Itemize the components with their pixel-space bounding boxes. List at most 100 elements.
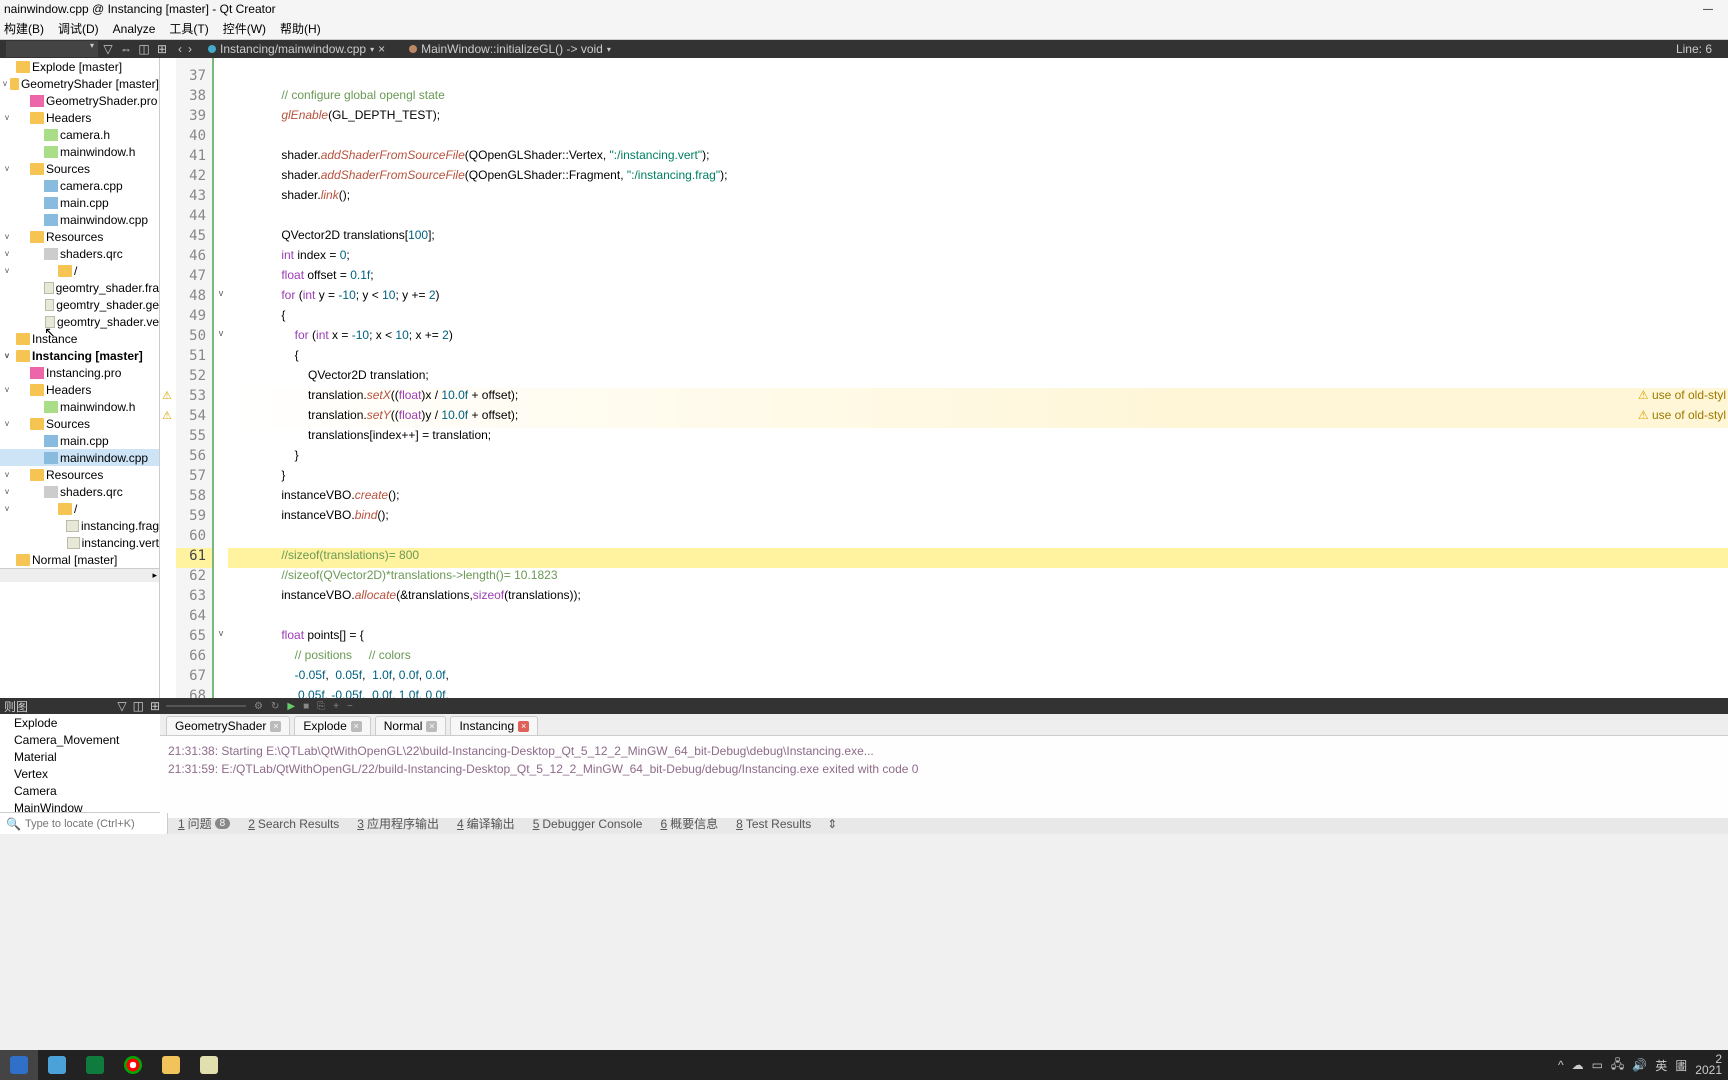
more-icon[interactable]: ⊞ [154, 41, 170, 57]
code-editor[interactable]: // configure global opengl state glEnabl… [228, 58, 1728, 698]
close-icon[interactable]: × [351, 721, 362, 732]
tree-item[interactable]: Explode [master] [0, 58, 159, 75]
code-line[interactable]: shader.link(); [228, 188, 1728, 208]
code-line[interactable]: float points[] = { [228, 628, 1728, 648]
menu-help[interactable]: 帮助(H) [280, 20, 321, 37]
tray-ime-lang[interactable]: 英 [1655, 1057, 1667, 1074]
fold-toggle[interactable]: v [214, 628, 228, 648]
locator-search[interactable]: 🔍 [0, 813, 168, 834]
open-doc-item[interactable]: Camera [0, 782, 160, 799]
tree-item[interactable]: geomtry_shader.ve [0, 313, 159, 330]
open-doc-item[interactable]: Explode [0, 714, 160, 731]
code-line[interactable]: instanceVBO.bind(); [228, 508, 1728, 528]
tree-item[interactable]: vSources [0, 415, 159, 432]
tray-onedrive-icon[interactable]: ☁ [1572, 1058, 1584, 1072]
tree-item[interactable]: main.cpp [0, 432, 159, 449]
taskbar-app-excel[interactable] [76, 1050, 114, 1080]
code-line[interactable]: { [228, 348, 1728, 368]
tree-item[interactable]: camera.cpp [0, 177, 159, 194]
code-line[interactable]: //sizeof(translations)= 800 [228, 548, 1728, 568]
fold-toggle[interactable]: v [214, 288, 228, 308]
code-line[interactable]: } [228, 468, 1728, 488]
tree-item[interactable]: mainwindow.h [0, 398, 159, 415]
open-documents-list[interactable]: ExplodeCamera_MovementMaterialVertexCame… [0, 714, 160, 812]
taskbar-app-chrome[interactable] [114, 1050, 152, 1080]
code-line[interactable]: QVector2D translations[100]; [228, 228, 1728, 248]
tree-item[interactable]: Instancing.pro [0, 364, 159, 381]
tree-item[interactable]: instancing.frag [0, 517, 159, 534]
code-line[interactable] [228, 68, 1728, 88]
open-doc-item[interactable]: Camera_Movement [0, 731, 160, 748]
link-icon[interactable]: ⇔ [118, 41, 134, 57]
opendocs-split-icon[interactable]: ◫ [133, 699, 144, 713]
opendocs-more-icon[interactable]: ⊞ [150, 699, 160, 713]
output-rerun-icon[interactable]: ↻ [271, 701, 279, 712]
fold-gutter[interactable]: vvv [214, 58, 228, 698]
nav-fwd-icon[interactable]: › [188, 42, 192, 56]
fold-toggle[interactable]: v [214, 328, 228, 348]
close-icon[interactable]: × [518, 721, 529, 732]
output-run-icon[interactable]: ▶ [287, 701, 295, 712]
minimize-button[interactable]: — [1688, 4, 1728, 15]
status-pane-button[interactable]: 1 问题 8 [178, 815, 230, 832]
output-tab[interactable]: Instancing× [450, 716, 538, 735]
code-line[interactable]: translations[index++] = translation; [228, 428, 1728, 448]
code-line[interactable]: glEnable(GL_DEPTH_TEST); [228, 108, 1728, 128]
tree-item[interactable]: v/ [0, 262, 159, 279]
status-pane-button[interactable]: 8 Test Results [736, 815, 811, 832]
split-icon[interactable]: ◫ [136, 41, 152, 57]
output-add-icon[interactable]: + [333, 701, 339, 712]
tree-item[interactable]: vResources [0, 466, 159, 483]
tray-up-icon[interactable]: ^ [1558, 1058, 1564, 1072]
code-line[interactable] [228, 528, 1728, 548]
nav-back-icon[interactable]: ‹ [178, 42, 182, 56]
menu-window[interactable]: 控件(W) [223, 20, 266, 37]
code-line[interactable]: { [228, 308, 1728, 328]
taskbar-app-edge[interactable] [38, 1050, 76, 1080]
code-line[interactable]: translation.setY((float)y / 10.0f + offs… [228, 408, 1728, 428]
filter-icon[interactable]: ▽ [100, 41, 116, 57]
code-line[interactable]: shader.addShaderFromSourceFile(QOpenGLSh… [228, 148, 1728, 168]
status-pane-button[interactable]: 3 应用程序输出 [357, 815, 439, 832]
tree-item[interactable]: GeometryShader.pro [0, 92, 159, 109]
file-close-icon[interactable]: × [378, 42, 385, 56]
code-line[interactable]: for (int x = -10; x < 10; x += 2) [228, 328, 1728, 348]
code-line[interactable]: shader.addShaderFromSourceFile(QOpenGLSh… [228, 168, 1728, 188]
code-line[interactable]: float offset = 0.1f; [228, 268, 1728, 288]
menu-tools[interactable]: 工具(T) [169, 20, 208, 37]
code-line[interactable]: //sizeof(QVector2D)*translations->length… [228, 568, 1728, 588]
code-line[interactable] [228, 128, 1728, 148]
close-icon[interactable]: × [270, 721, 281, 732]
tray-display-icon[interactable]: ▭ [1592, 1058, 1603, 1072]
tree-item[interactable]: Instance [0, 330, 159, 347]
status-pane-button[interactable]: 5 Debugger Console [533, 815, 643, 832]
tree-item[interactable]: Normal [master] [0, 551, 159, 568]
tree-item[interactable]: vInstancing [master] [0, 347, 159, 364]
output-remove-icon[interactable]: − [347, 701, 353, 712]
dropdown-icon[interactable]: ▾ [370, 45, 374, 54]
code-line[interactable]: 0.05f, -0.05f, 0.0f, 1.0f, 0.0f, [228, 688, 1728, 698]
opendocs-filter-icon[interactable]: ▽ [117, 699, 126, 713]
code-line[interactable]: // configure global opengl state [228, 88, 1728, 108]
project-selector-dropdown[interactable] [6, 41, 98, 57]
open-doc-item[interactable]: Material [0, 748, 160, 765]
code-line[interactable] [228, 608, 1728, 628]
status-pane-button[interactable]: 6 概要信息 [660, 815, 718, 832]
tree-item[interactable]: vSources [0, 160, 159, 177]
tree-item[interactable]: vshaders.qrc [0, 483, 159, 500]
tree-item[interactable]: geomtry_shader.fra [0, 279, 159, 296]
tree-item[interactable]: camera.h [0, 126, 159, 143]
status-expand-icon[interactable]: ⇕ [827, 817, 837, 831]
project-tree[interactable]: Explode [master]vGeometryShader [master]… [0, 58, 160, 698]
output-attach-icon[interactable]: ⎘ [317, 701, 325, 712]
output-settings-icon[interactable]: ⚙ [254, 701, 263, 712]
output-tab[interactable]: Explode× [294, 716, 370, 735]
tree-item[interactable]: vGeometryShader [master] [0, 75, 159, 92]
tree-item[interactable]: vshaders.qrc [0, 245, 159, 262]
tree-item[interactable]: mainwindow.cpp [0, 449, 159, 466]
output-tab[interactable]: Normal× [375, 716, 447, 735]
locator-input[interactable] [25, 818, 167, 830]
close-icon[interactable]: × [426, 721, 437, 732]
tree-item[interactable]: geomtry_shader.ge [0, 296, 159, 313]
code-line[interactable]: instanceVBO.create(); [228, 488, 1728, 508]
